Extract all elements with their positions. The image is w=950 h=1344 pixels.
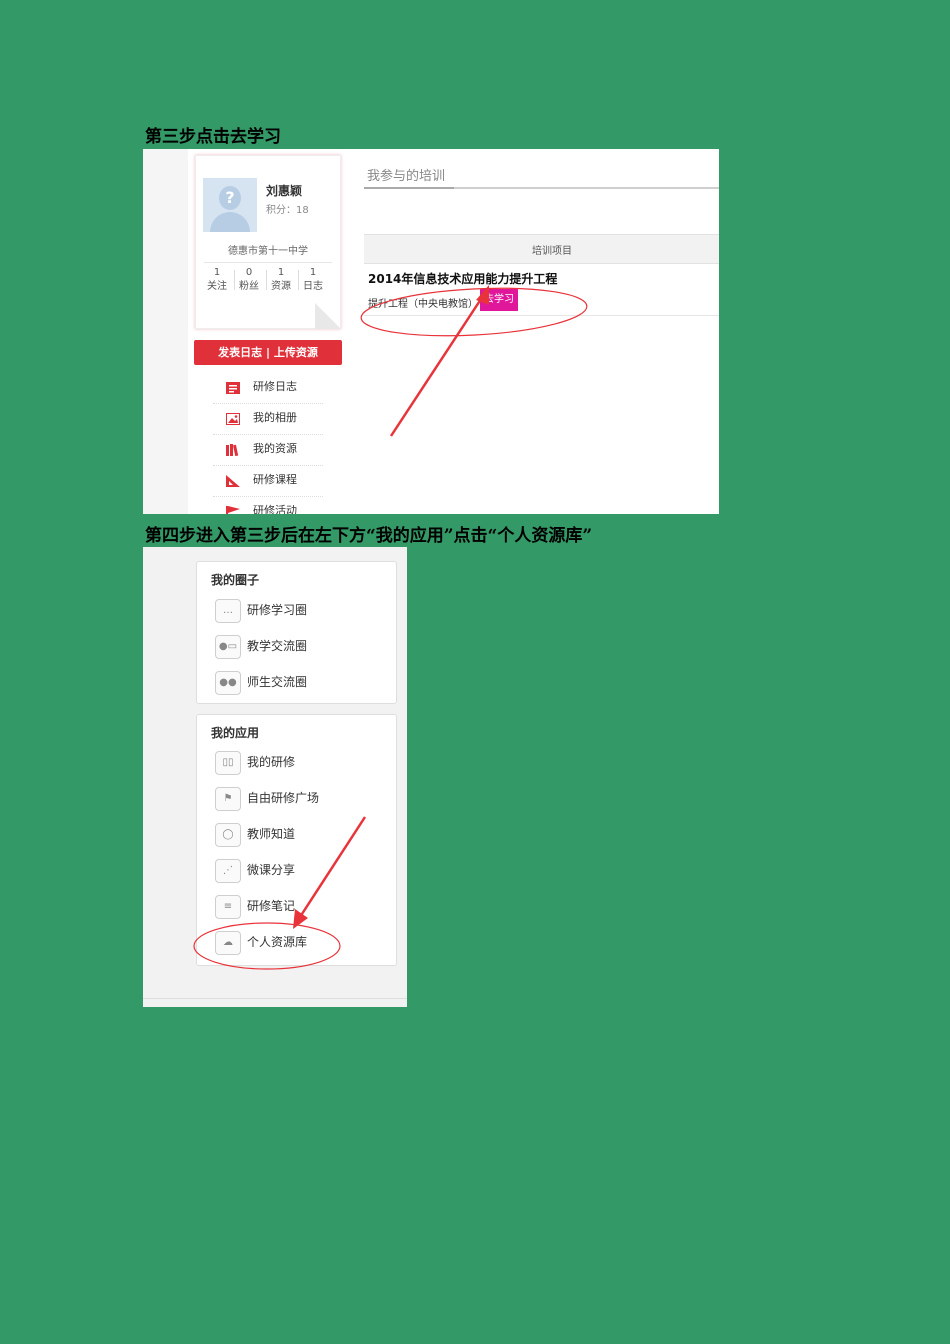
annotation-arrow-line xyxy=(298,816,367,918)
training-screenshot: ? 刘惠颖 积分：18 德惠市第十一中学 1 关注 0 粉丝 1 资源 1 日志… xyxy=(143,149,719,514)
annotation-arrow-line xyxy=(389,295,485,437)
highlight-ellipse xyxy=(360,287,588,337)
step4-title: 第四步进入第三步后在左下方“我的应用”点击“个人资源库” xyxy=(145,526,593,546)
highlight-ellipse xyxy=(193,922,341,970)
step3-title: 第三步点击去学习 xyxy=(145,127,281,147)
annotation-overlay xyxy=(193,816,367,970)
apps-screenshot: 我的圈子 … 研修学习圈 ●▭ 教学交流圈 ●● 师生交流圈 我的应用 ▯▯ 我… xyxy=(143,547,407,1007)
annotation-overlay xyxy=(360,285,588,437)
